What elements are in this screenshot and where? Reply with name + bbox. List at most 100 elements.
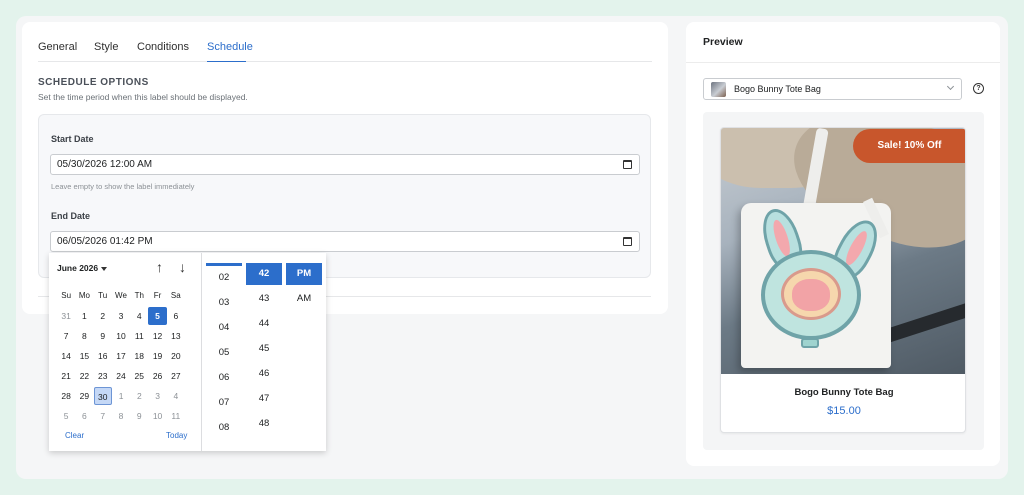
divider <box>686 62 1000 63</box>
calendar-day[interactable]: 31 <box>57 307 75 325</box>
image-bunny-ear-inner <box>770 218 794 258</box>
calendar-day[interactable]: 29 <box>75 387 93 405</box>
calendar-day[interactable]: 3 <box>112 307 130 325</box>
tab-style[interactable]: Style <box>94 41 118 62</box>
calendar-day[interactable]: 2 <box>130 387 148 405</box>
min-option[interactable]: 47 <box>246 388 282 410</box>
calendar-day[interactable]: 7 <box>57 327 75 345</box>
hour-option[interactable]: 03 <box>206 292 242 314</box>
hour-option[interactable]: 04 <box>206 317 242 339</box>
calendar-day[interactable]: 2 <box>94 307 112 325</box>
calendar-day[interactable]: 7 <box>94 407 112 425</box>
calendar-day[interactable]: 4 <box>167 387 185 405</box>
calendar-day[interactable]: 9 <box>94 327 112 345</box>
calendar-day[interactable]: 9 <box>130 407 148 425</box>
calendar-day[interactable]: 27 <box>167 367 185 385</box>
calendar-day[interactable]: 25 <box>130 367 148 385</box>
calendar-day[interactable]: 17 <box>112 347 130 365</box>
calendar-day[interactable]: 21 <box>57 367 75 385</box>
ampm-option[interactable]: PM <box>286 263 322 285</box>
calendar-day[interactable]: 5 <box>148 307 167 325</box>
tab-conditions[interactable]: Conditions <box>137 41 189 62</box>
calendar-day[interactable]: 28 <box>57 387 75 405</box>
calendar-day[interactable]: 11 <box>130 327 148 345</box>
weekday-header: Fr <box>153 291 162 300</box>
chevron-down-icon <box>946 82 955 91</box>
calendar-day[interactable]: 5 <box>57 407 75 425</box>
image-bunny-face <box>781 268 841 320</box>
hour-option[interactable]: 07 <box>206 392 242 414</box>
image-bunny-neck <box>801 338 819 348</box>
product-price: $15.00 <box>827 405 861 417</box>
calendar-day[interactable]: 1 <box>75 307 93 325</box>
help-circle-icon[interactable]: ? <box>973 83 984 94</box>
start-date-hint: Leave empty to show the label immediatel… <box>51 182 195 191</box>
calendar-day[interactable]: 26 <box>148 367 166 385</box>
end-date-label: End Date <box>51 211 91 221</box>
calendar-day[interactable]: 15 <box>75 347 93 365</box>
calendar-day[interactable]: 10 <box>148 407 166 425</box>
calendar-icon[interactable] <box>623 160 632 169</box>
min-option[interactable]: 43 <box>246 288 282 310</box>
calendar-day[interactable]: 14 <box>57 347 75 365</box>
calendar-day[interactable]: 19 <box>148 347 166 365</box>
preview-panel: Preview Bogo Bunny Tote Bag ? Sale! 10% … <box>686 22 1000 466</box>
calendar-icon[interactable] <box>623 237 632 246</box>
hour-option[interactable]: 02 <box>206 267 242 289</box>
weekday-header: Tu <box>98 291 108 300</box>
calendar-week: 5 6 7 8 9 10 11 <box>57 406 185 426</box>
end-date-input[interactable]: 06/05/2026 01:42 PM <box>50 231 640 252</box>
calendar-day[interactable]: 3 <box>149 387 167 405</box>
image-bunny-ear-inner <box>842 228 871 268</box>
min-option[interactable]: 45 <box>246 338 282 360</box>
calendar-day[interactable]: 20 <box>167 347 185 365</box>
calendar-day[interactable]: 10 <box>112 327 130 345</box>
month-selector[interactable]: June 2026 <box>57 263 108 273</box>
min-option[interactable]: 48 <box>246 413 282 435</box>
hour-option[interactable]: 05 <box>206 342 242 364</box>
calendar-day[interactable]: 1 <box>112 387 130 405</box>
calendar-day[interactable]: 23 <box>94 367 112 385</box>
product-select-value: Bogo Bunny Tote Bag <box>734 84 821 94</box>
tab-general[interactable]: General <box>38 41 77 62</box>
clear-button[interactable]: Clear <box>65 431 84 440</box>
end-date-value: 06/05/2026 01:42 PM <box>57 236 153 247</box>
calendar-day[interactable]: 6 <box>75 407 93 425</box>
start-date-value: 05/30/2026 12:00 AM <box>57 159 153 170</box>
calendar-grid: Su Mo Tu We Th Fr Sa 31 1 2 3 4 5 6 7 8 9 10 11 12 13 14 15 16 1… <box>57 286 185 426</box>
product-select[interactable]: Bogo Bunny Tote Bag <box>703 78 962 100</box>
calendar-week: 31 1 2 3 4 5 6 <box>57 306 185 326</box>
calendar-day[interactable]: 24 <box>112 367 130 385</box>
calendar-day[interactable]: 11 <box>167 407 185 425</box>
calendar-day[interactable]: 4 <box>130 307 148 325</box>
hour-option[interactable]: 06 <box>206 367 242 389</box>
arrow-up-icon[interactable]: ↑ <box>156 259 163 275</box>
start-date-input[interactable]: 05/30/2026 12:00 AM <box>50 154 640 175</box>
min-option[interactable]: 44 <box>246 313 282 335</box>
today-button[interactable]: Today <box>166 431 187 440</box>
datetime-picker: June 2026 ↑ ↓ Su Mo Tu We Th Fr Sa 31 1 2 3 4 5 6 7 8 9 1… <box>49 253 326 451</box>
calendar-week: 14 15 16 17 18 19 20 <box>57 346 185 366</box>
calendar-day[interactable]: 22 <box>75 367 93 385</box>
calendar-day[interactable]: 6 <box>167 307 185 325</box>
section-title: SCHEDULE OPTIONS <box>38 77 149 88</box>
min-option[interactable]: 42 <box>246 263 282 285</box>
ampm-option[interactable]: AM <box>286 288 322 310</box>
caret-down-icon <box>101 266 108 271</box>
calendar-day[interactable]: 8 <box>112 407 130 425</box>
calendar-day[interactable]: 18 <box>130 347 148 365</box>
calendar-section: June 2026 ↑ ↓ Su Mo Tu We Th Fr Sa 31 1 2 3 4 5 6 7 8 9 1… <box>49 253 202 451</box>
hour-option[interactable]: 08 <box>206 417 242 439</box>
calendar-day[interactable]: 30 <box>93 387 112 405</box>
calendar-day[interactable]: 16 <box>94 347 112 365</box>
image-bunny-blob <box>792 279 830 311</box>
calendar-day[interactable]: 13 <box>167 327 185 345</box>
arrow-down-icon[interactable]: ↓ <box>179 259 186 275</box>
min-option[interactable]: 46 <box>246 363 282 385</box>
product-thumbnail <box>711 82 726 97</box>
calendar-day[interactable]: 8 <box>75 327 93 345</box>
calendar-week: 21 22 23 24 25 26 27 <box>57 366 185 386</box>
weekday-header: Sa <box>170 291 181 300</box>
tab-schedule[interactable]: Schedule <box>207 41 253 62</box>
calendar-day[interactable]: 12 <box>148 327 166 345</box>
